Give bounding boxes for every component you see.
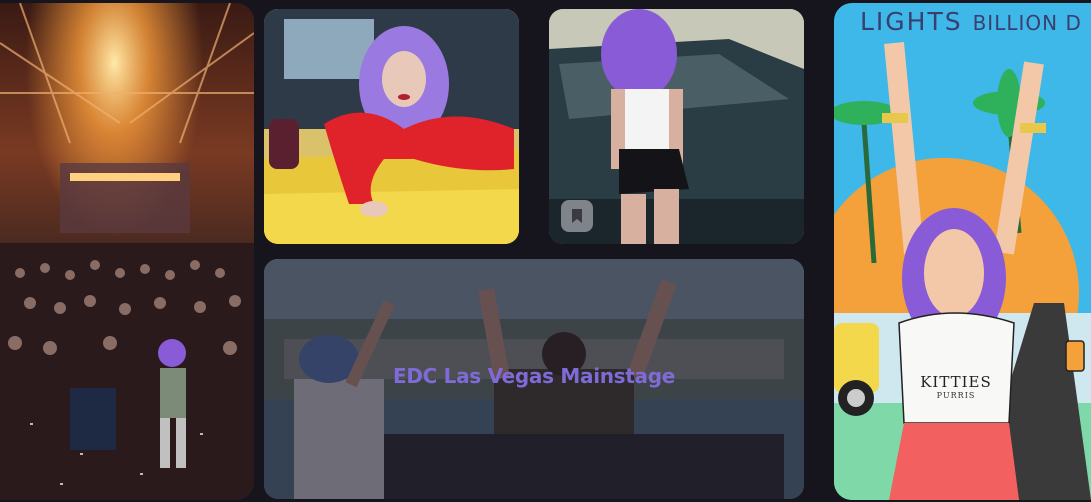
shirt-print: KITTIES — [920, 373, 992, 391]
poster-title-main: LIGHTS — [860, 7, 963, 36]
yellow-car-image — [264, 9, 519, 244]
poster-title: LIGHTS BILLION D — [860, 7, 1082, 36]
shirt-print-sub: PURRIS — [936, 391, 976, 400]
bookmark-button[interactable] — [561, 200, 593, 232]
poster-title-tail: BILLION D — [972, 11, 1082, 35]
concert-crowd-photo[interactable] — [0, 3, 254, 500]
poster-illustration — [834, 3, 1091, 500]
bookmark-icon — [572, 209, 582, 223]
illustrated-poster[interactable]: LIGHTS BILLION D KITTIES PURRIS — [834, 3, 1091, 500]
purple-hair-dark-car-photo[interactable] — [549, 9, 804, 244]
photo-gallery: EDC Las Vegas Mainstage LIGHTS BILLION D… — [0, 0, 1091, 502]
purple-hair-yellow-car-photo[interactable] — [264, 9, 519, 244]
concert-crowd-image — [0, 3, 254, 500]
mainstage-caption: EDC Las Vegas Mainstage — [392, 364, 676, 388]
mainstage-photo[interactable]: EDC Las Vegas Mainstage — [264, 259, 804, 499]
